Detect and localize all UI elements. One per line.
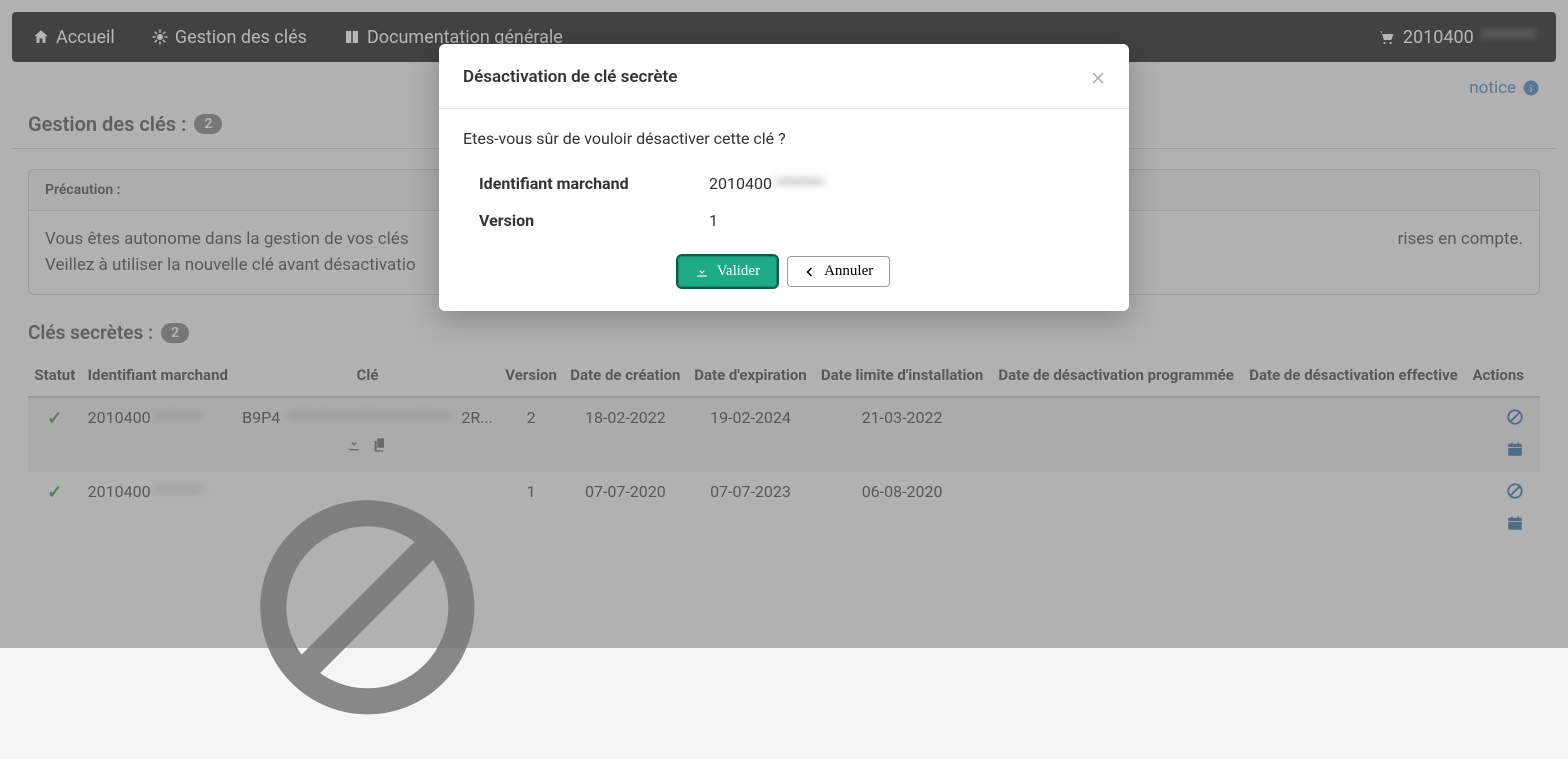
validate-button[interactable]: Valider bbox=[678, 256, 777, 287]
modal-merchant-hidden: ******* bbox=[776, 174, 824, 193]
modal-label-merchant: Identifiant marchand bbox=[479, 174, 709, 193]
close-icon[interactable]: × bbox=[1091, 62, 1105, 92]
cancel-label: Annuler bbox=[824, 263, 873, 280]
modal-title: Désactivation de clé secrète bbox=[463, 67, 677, 87]
download-icon bbox=[695, 265, 709, 279]
validate-label: Valider bbox=[717, 263, 760, 280]
modal-question: Etes-vous sûr de vouloir désactiver cett… bbox=[463, 129, 1105, 148]
modal-label-version: Version bbox=[479, 211, 709, 230]
cancel-button[interactable]: Annuler bbox=[787, 256, 890, 287]
chevron-left-icon bbox=[804, 266, 816, 278]
deactivation-modal: Désactivation de clé secrète × Etes-vous… bbox=[439, 44, 1129, 311]
no-key-icon bbox=[242, 718, 493, 737]
modal-version-value: 1 bbox=[709, 211, 718, 230]
modal-merchant-prefix: 2010400 bbox=[709, 174, 772, 193]
